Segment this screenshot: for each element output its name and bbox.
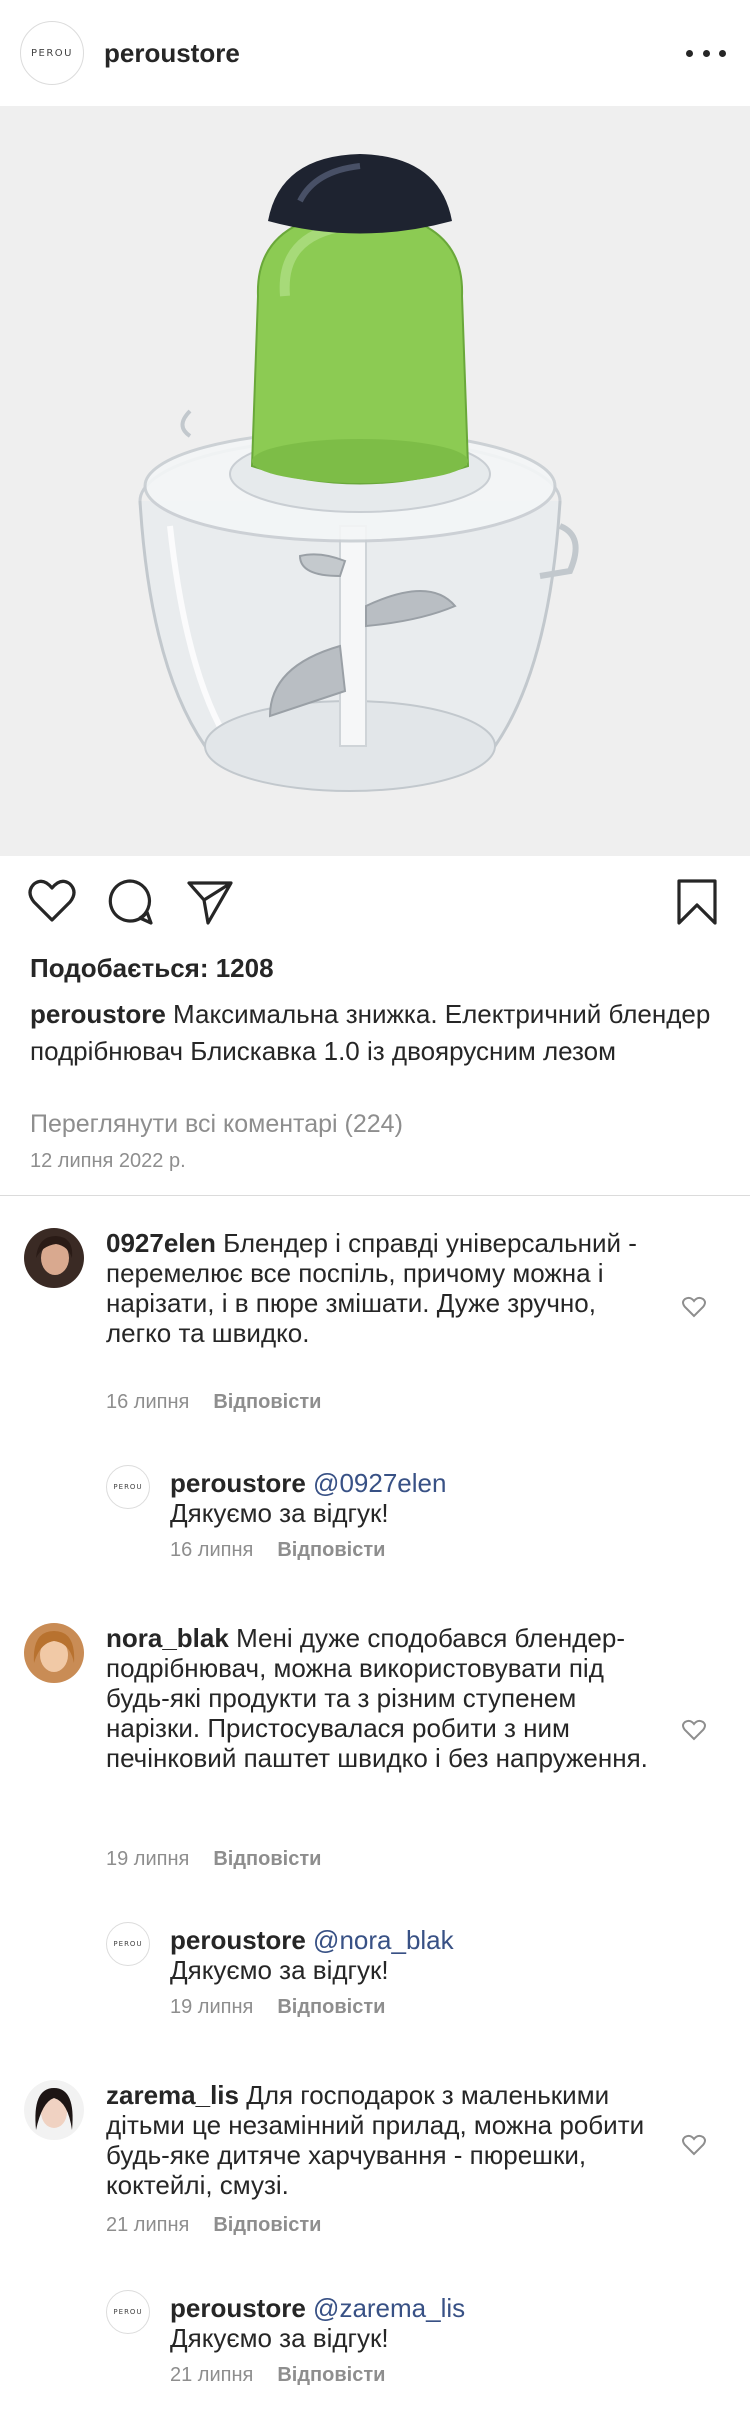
comment-username[interactable]: zarema_lis: [106, 2080, 239, 2110]
like-heart-icon[interactable]: [28, 878, 76, 924]
commenter-avatar-nora-blak[interactable]: [24, 1623, 84, 1683]
comment-text-block: 0927elen Блендер і справді універсальний…: [106, 1228, 666, 1348]
reply-text-block: peroustore @0927elen Дякуємо за відгук!: [170, 1468, 650, 1528]
comment-meta: 19 липня Відповісти: [106, 1848, 321, 1871]
reply-body: Дякуємо за відгук!: [170, 2323, 389, 2353]
comment-username[interactable]: nora_blak: [106, 1623, 229, 1653]
comment-bubble-icon[interactable]: [106, 878, 154, 926]
comment-date: 21 липня: [106, 2214, 190, 2236]
post-caption: peroustore Максимальна знижка. Електричн…: [30, 996, 720, 1070]
post-header: PEROU peroustore: [0, 0, 750, 106]
divider: [0, 1195, 750, 1196]
more-dots-icon[interactable]: [686, 40, 726, 66]
reply-mention[interactable]: @zarema_lis: [313, 2293, 465, 2323]
post-image[interactable]: [0, 106, 750, 856]
post-date: 12 липня 2022 р.: [30, 1150, 186, 1172]
reply-meta: 19 липня Відповісти: [170, 1996, 385, 2019]
avatar-logo-text: PEROU: [31, 47, 73, 59]
reply-body: Дякуємо за відгук!: [170, 1955, 389, 1985]
comment-date: 16 липня: [106, 1391, 190, 1413]
reply-date: 19 липня: [170, 1996, 254, 2018]
comment-like-heart-icon[interactable]: [682, 1296, 706, 1318]
view-all-comments-link[interactable]: Переглянути всі коментарі (224): [30, 1110, 403, 1139]
avatar-logo-text: PEROU: [113, 2308, 143, 2316]
reply-mention[interactable]: @nora_blak: [313, 1925, 454, 1955]
reply-button[interactable]: Відповісти: [213, 1391, 321, 1413]
reply-avatar[interactable]: PEROU: [106, 1922, 150, 1966]
reply-body: Дякуємо за відгук!: [170, 1498, 389, 1528]
bookmark-save-icon[interactable]: [676, 878, 718, 926]
comment-text-block: nora_blak Мені дуже сподобався блендер-п…: [106, 1623, 666, 1773]
comment-text-block: zarema_lis Для господарок з маленькими д…: [106, 2080, 666, 2200]
comment-meta: 21 липня Відповісти: [106, 2214, 321, 2237]
comment-like-heart-icon[interactable]: [682, 1719, 706, 1741]
reply-button[interactable]: Відповісти: [277, 1539, 385, 1561]
reply-text-block: peroustore @zarema_lis Дякуємо за відгук…: [170, 2293, 650, 2353]
reply-text-block: peroustore @nora_blak Дякуємо за відгук!: [170, 1925, 650, 1985]
reply-button[interactable]: Відповісти: [277, 2364, 385, 2386]
reply-button[interactable]: Відповісти: [277, 1996, 385, 2018]
reply-avatar[interactable]: PEROU: [106, 2290, 150, 2334]
reply-button[interactable]: Відповісти: [213, 1848, 321, 1870]
caption-username[interactable]: peroustore: [30, 999, 166, 1029]
reply-button[interactable]: Відповісти: [213, 2214, 321, 2236]
comment-like-heart-icon[interactable]: [682, 2134, 706, 2156]
commenter-avatar-0927elen[interactable]: [24, 1228, 84, 1288]
reply-meta: 16 липня Відповісти: [170, 1539, 385, 1562]
avatar-logo-text: PEROU: [113, 1483, 143, 1491]
blender-illustration: [138, 154, 579, 792]
comment-username[interactable]: 0927elen: [106, 1228, 216, 1258]
share-send-icon[interactable]: [186, 878, 234, 926]
reply-username[interactable]: peroustore: [170, 2293, 306, 2323]
comment-date: 19 липня: [106, 1848, 190, 1870]
reply-username[interactable]: peroustore: [170, 1925, 306, 1955]
reply-mention[interactable]: @0927elen: [313, 1468, 446, 1498]
comment-meta: 16 липня Відповісти: [106, 1391, 321, 1414]
likes-count[interactable]: Подобається: 1208: [30, 953, 274, 984]
reply-date: 21 липня: [170, 2364, 254, 2386]
profile-avatar[interactable]: PEROU: [20, 21, 84, 85]
action-bar: [0, 856, 750, 948]
profile-username[interactable]: peroustore: [104, 38, 240, 69]
reply-avatar[interactable]: PEROU: [106, 1465, 150, 1509]
commenter-avatar-zarema-lis[interactable]: [24, 2080, 84, 2140]
avatar-logo-text: PEROU: [113, 1940, 143, 1948]
reply-username[interactable]: peroustore: [170, 1468, 306, 1498]
reply-meta: 21 липня Відповісти: [170, 2364, 385, 2387]
reply-date: 16 липня: [170, 1539, 254, 1561]
